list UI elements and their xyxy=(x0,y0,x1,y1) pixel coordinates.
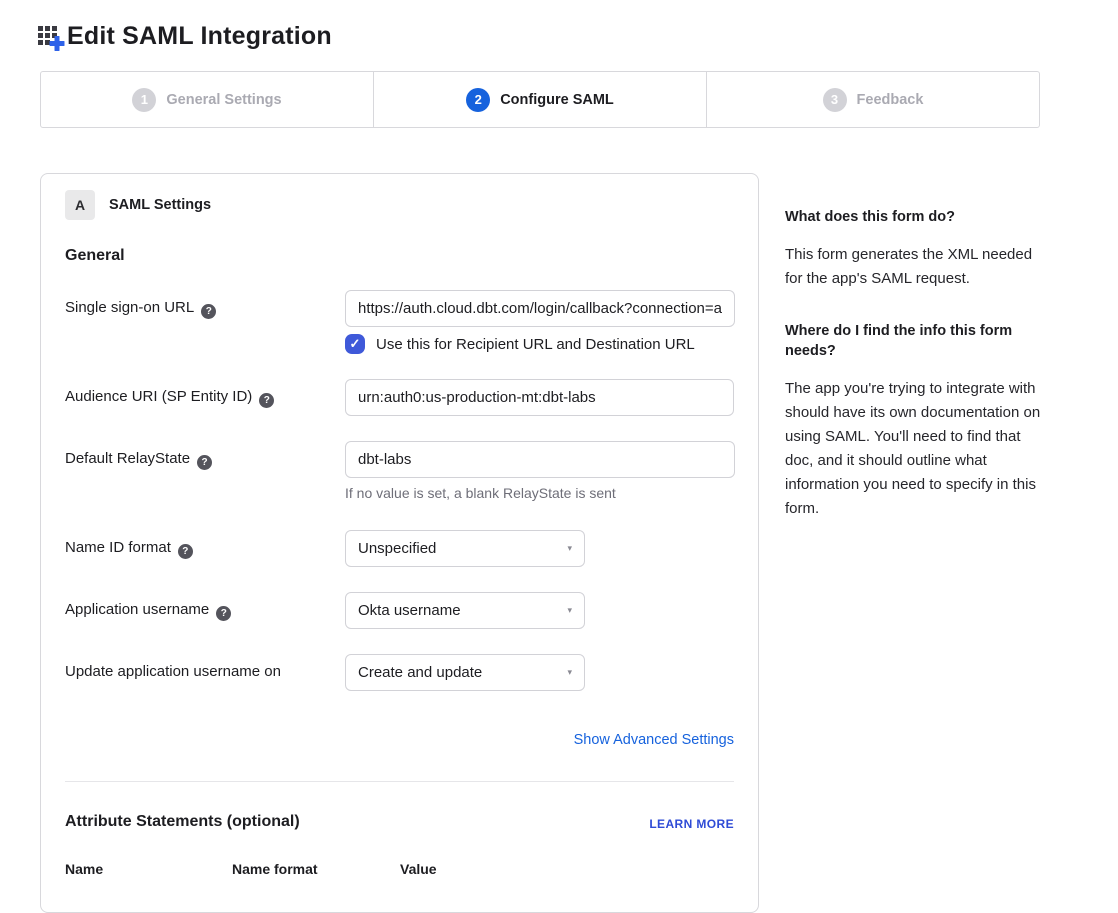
attribute-table-header: Name Name format Value xyxy=(65,861,734,877)
relaystate-input[interactable] xyxy=(345,441,735,478)
recipient-url-checkbox[interactable]: ✓ xyxy=(345,334,365,354)
audience-uri-label-cell: Audience URI (SP Entity ID)? xyxy=(65,379,345,416)
app-username-label: Application username xyxy=(65,601,209,618)
show-advanced-settings-link[interactable]: Show Advanced Settings xyxy=(574,732,734,748)
sso-url-input[interactable] xyxy=(345,290,735,327)
row-application-username: Application username? Okta username ▾ xyxy=(65,592,734,629)
row-update-username: Update application username on Create an… xyxy=(65,654,734,691)
attribute-statements-head: Attribute Statements (optional) LEARN MO… xyxy=(65,813,734,831)
row-single-sign-on-url: Single sign-on URL? ✓ Use this for Recip… xyxy=(65,290,734,354)
update-username-select[interactable]: Create and update ▾ xyxy=(345,654,585,691)
application-username-select[interactable]: Okta username ▾ xyxy=(345,592,585,629)
name-id-label: Name ID format xyxy=(65,539,171,556)
sso-url-help-icon[interactable]: ? xyxy=(201,304,216,319)
relaystate-help-icon[interactable]: ? xyxy=(197,455,212,470)
help-question-1: What does this form do? xyxy=(785,207,1047,227)
name-id-label-cell: Name ID format? xyxy=(65,530,345,567)
step-3-label: Feedback xyxy=(857,92,924,108)
audience-uri-input[interactable] xyxy=(345,379,734,416)
help-answer-1: This form generates the XML needed for t… xyxy=(785,243,1047,291)
section-divider xyxy=(65,781,734,782)
help-sidebar: What does this form do? This form genera… xyxy=(785,207,1047,521)
help-answer-2: The app you're trying to integrate with … xyxy=(785,377,1047,521)
relaystate-hint: If no value is set, a blank RelayState i… xyxy=(345,485,735,501)
name-id-format-value: Unspecified xyxy=(358,540,436,557)
audience-uri-label: Audience URI (SP Entity ID) xyxy=(65,388,252,405)
step-configure-saml[interactable]: 2 Configure SAML xyxy=(374,72,707,127)
step-3-number: 3 xyxy=(823,88,847,112)
column-name-format: Name format xyxy=(232,861,400,877)
row-audience-uri: Audience URI (SP Entity ID)? xyxy=(65,379,734,416)
row-default-relaystate: Default RelayState? If no value is set, … xyxy=(65,441,734,501)
relaystate-label: Default RelayState xyxy=(65,450,190,467)
step-1-label: General Settings xyxy=(166,92,281,108)
section-badge-a: A xyxy=(65,190,95,220)
update-username-label: Update application username on xyxy=(65,663,281,680)
column-value: Value xyxy=(400,861,437,877)
row-name-id-format: Name ID format? Unspecified ▾ xyxy=(65,530,734,567)
attribute-statements-title: Attribute Statements (optional) xyxy=(65,813,300,831)
app-username-label-cell: Application username? xyxy=(65,592,345,629)
page-title: Edit SAML Integration xyxy=(67,22,332,51)
chevron-down-icon: ▾ xyxy=(567,667,572,678)
general-heading: General xyxy=(65,247,734,265)
update-username-value: Create and update xyxy=(358,664,482,681)
sso-url-label: Single sign-on URL xyxy=(65,299,194,316)
section-head: A SAML Settings xyxy=(65,190,734,220)
recipient-url-checkbox-label: Use this for Recipient URL and Destinati… xyxy=(376,336,695,353)
sso-checkbox-row: ✓ Use this for Recipient URL and Destina… xyxy=(345,334,735,354)
step-2-label: Configure SAML xyxy=(500,92,614,108)
column-name: Name xyxy=(65,861,232,877)
page-header: Edit SAML Integration xyxy=(38,22,332,51)
saml-settings-card: A SAML Settings General Single sign-on U… xyxy=(40,173,759,913)
update-username-label-cell: Update application username on xyxy=(65,654,345,691)
section-title: SAML Settings xyxy=(109,197,211,213)
step-feedback[interactable]: 3 Feedback xyxy=(707,72,1039,127)
audience-uri-help-icon[interactable]: ? xyxy=(259,393,274,408)
relaystate-label-cell: Default RelayState? xyxy=(65,441,345,501)
step-general-settings[interactable]: 1 General Settings xyxy=(41,72,374,127)
step-2-number: 2 xyxy=(466,88,490,112)
step-1-number: 1 xyxy=(132,88,156,112)
help-question-2: Where do I find the info this form needs… xyxy=(785,321,1047,361)
name-id-format-select[interactable]: Unspecified ▾ xyxy=(345,530,585,567)
learn-more-link[interactable]: LEARN MORE xyxy=(649,817,734,831)
step-wizard: 1 General Settings 2 Configure SAML 3 Fe… xyxy=(40,71,1040,128)
chevron-down-icon: ▾ xyxy=(567,543,572,554)
sso-url-label-cell: Single sign-on URL? xyxy=(65,290,345,354)
advanced-settings-row: Show Advanced Settings xyxy=(65,731,734,749)
app-grid-add-icon xyxy=(38,22,65,51)
app-username-help-icon[interactable]: ? xyxy=(216,606,231,621)
name-id-help-icon[interactable]: ? xyxy=(178,544,193,559)
application-username-value: Okta username xyxy=(358,602,461,619)
chevron-down-icon: ▾ xyxy=(567,605,572,616)
